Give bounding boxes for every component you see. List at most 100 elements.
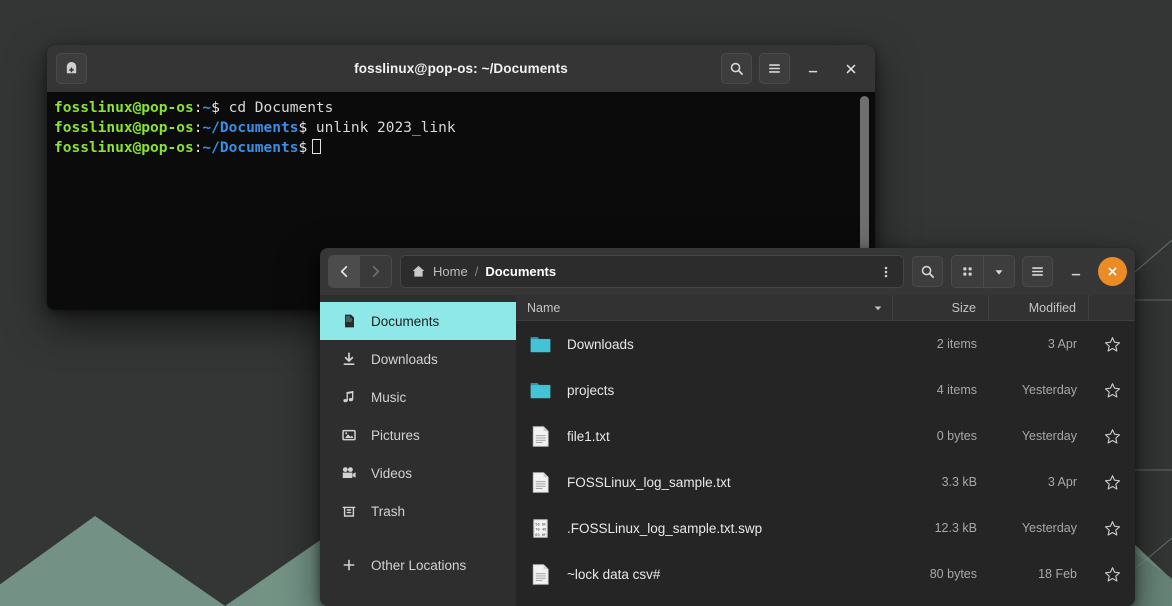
text-file-icon — [527, 562, 553, 587]
chevron-down-icon — [995, 269, 1003, 275]
sidebar-item-documents[interactable]: Documents — [320, 302, 516, 340]
star-button[interactable] — [1089, 382, 1135, 399]
file-name-cell: file1.txt — [516, 424, 893, 449]
star-outline-icon — [1104, 520, 1120, 536]
pictures-icon — [340, 427, 358, 443]
terminal-titlebar[interactable]: fosslinux@pop-os: ~/Documents — [47, 45, 875, 92]
terminal-line: fosslinux@pop-os:~$ cd Documents — [51, 98, 875, 118]
column-header-name-label: Name — [527, 300, 561, 315]
trash-icon — [340, 503, 358, 519]
minimize-icon — [1071, 273, 1080, 275]
file-manager-window[interactable]: Home / Documents Documents Downloads Mus… — [320, 248, 1135, 606]
column-header-name[interactable]: Name — [516, 295, 893, 320]
folder-icon — [527, 332, 553, 357]
file-name-cell: projects — [516, 378, 893, 403]
file-name: .FOSSLinux_log_sample.txt.swp — [567, 520, 763, 536]
table-row[interactable]: FOSSLinux_log_sample.txt 3.3 kB 3 Apr — [516, 459, 1135, 505]
sidebar-item-videos[interactable]: Videos — [320, 454, 516, 492]
svg-text:70 49: 70 49 — [535, 527, 546, 531]
path-options-button[interactable] — [873, 257, 899, 286]
hamburger-menu-icon — [769, 64, 780, 73]
star-outline-icon — [1104, 566, 1120, 582]
binary-file-icon: 50 6F 70 49 63 6F — [527, 516, 553, 541]
terminal-user: fosslinux@pop-os — [54, 120, 194, 136]
search-icon — [921, 265, 935, 279]
file-modified: 3 Apr — [1047, 475, 1077, 489]
table-row[interactable]: file1.txt 0 bytes Yesterday — [516, 413, 1135, 459]
file-name-cell: Downloads — [516, 332, 893, 357]
file-modified: Yesterday — [1021, 429, 1077, 443]
files-minimize-button[interactable] — [1060, 256, 1091, 287]
videos-camera-icon — [340, 465, 358, 481]
column-header-modified[interactable]: Modified — [989, 295, 1089, 320]
file-rows: Downloads 2 items 3 Apr projects 4 items… — [516, 321, 1135, 606]
star-outline-icon — [1104, 428, 1120, 444]
navigation-buttons — [328, 255, 392, 288]
sidebar-item-other-locations[interactable]: Other Locations — [320, 546, 516, 584]
terminal-menu-button[interactable] — [759, 53, 790, 84]
file-name: Downloads — [567, 336, 634, 352]
terminal-close-button[interactable] — [835, 53, 866, 84]
file-name: ~lock data csv# — [567, 566, 661, 582]
sidebar-item-trash[interactable]: Trash — [320, 492, 516, 530]
file-list-area: Name Size Modified Downloads 2 items 3 A… — [516, 295, 1135, 606]
file-modified: Yesterday — [1021, 383, 1077, 397]
terminal-command: unlink 2023_link — [307, 120, 456, 136]
sidebar-item-music[interactable]: Music — [320, 378, 516, 416]
terminal-user: fosslinux@pop-os — [54, 100, 194, 116]
breadcrumb-home[interactable]: Home — [433, 264, 468, 279]
table-row[interactable]: 50 6F 70 49 63 6F .FOSSLinux_log_sample.… — [516, 505, 1135, 551]
star-button[interactable] — [1089, 336, 1135, 353]
sidebar-item-downloads[interactable]: Downloads — [320, 340, 516, 378]
table-row[interactable]: projects 4 items Yesterday — [516, 367, 1135, 413]
home-icon — [411, 264, 426, 279]
files-menu-button[interactable] — [1022, 256, 1053, 287]
files-close-button[interactable] — [1098, 257, 1127, 286]
file-name: file1.txt — [567, 428, 610, 444]
column-header-size[interactable]: Size — [893, 295, 989, 320]
terminal-path: ~/Documents — [202, 120, 299, 136]
new-tab-icon — [66, 61, 77, 74]
sort-descending-caret-icon — [872, 302, 884, 314]
terminal-user: fosslinux@pop-os — [54, 140, 194, 156]
sidebar-item-label: Downloads — [371, 351, 438, 367]
path-bar[interactable]: Home / Documents — [400, 255, 904, 288]
file-manager-titlebar[interactable]: Home / Documents — [320, 248, 1135, 295]
minimize-icon — [808, 70, 817, 72]
terminal-minimize-button[interactable] — [797, 53, 828, 84]
folder-icon — [527, 378, 553, 403]
column-headers: Name Size Modified — [516, 295, 1135, 321]
star-outline-icon — [1104, 336, 1120, 352]
forward-button[interactable] — [360, 256, 391, 287]
back-button[interactable] — [329, 256, 360, 287]
table-row[interactable]: ~lock data csv# 80 bytes 18 Feb — [516, 551, 1135, 597]
file-name-cell: 50 6F 70 49 63 6F .FOSSLinux_log_sample.… — [516, 516, 893, 541]
file-name: projects — [567, 382, 615, 398]
terminal-path: ~/Documents — [202, 140, 299, 156]
star-button[interactable] — [1089, 474, 1135, 491]
table-row[interactable]: Downloads 2 items 3 Apr — [516, 321, 1135, 367]
view-dropdown-button[interactable] — [983, 256, 1014, 287]
star-button[interactable] — [1089, 520, 1135, 537]
files-search-button[interactable] — [912, 256, 943, 287]
star-button[interactable] — [1089, 566, 1135, 583]
terminal-command: cd Documents — [219, 100, 334, 116]
sidebar-item-pictures[interactable]: Pictures — [320, 416, 516, 454]
sidebar-item-label: Music — [371, 389, 407, 405]
breadcrumb-separator: / — [474, 264, 479, 279]
file-modified: 3 Apr — [1047, 337, 1077, 351]
terminal-search-button[interactable] — [721, 53, 752, 84]
file-manager-body: Documents Downloads Music Pictures Video… — [320, 295, 1135, 606]
grid-view-button[interactable] — [952, 256, 983, 287]
music-note-icon — [340, 389, 358, 405]
breadcrumb-documents[interactable]: Documents — [485, 264, 556, 279]
close-icon — [1108, 267, 1117, 276]
text-file-icon — [527, 470, 553, 495]
star-button[interactable] — [1089, 428, 1135, 445]
chevron-left-icon — [340, 265, 348, 278]
terminal-new-tab-button[interactable] — [56, 53, 87, 84]
sidebar-item-label: Other Locations — [371, 557, 467, 573]
sidebar-item-label: Trash — [371, 503, 406, 519]
search-icon — [730, 62, 744, 76]
